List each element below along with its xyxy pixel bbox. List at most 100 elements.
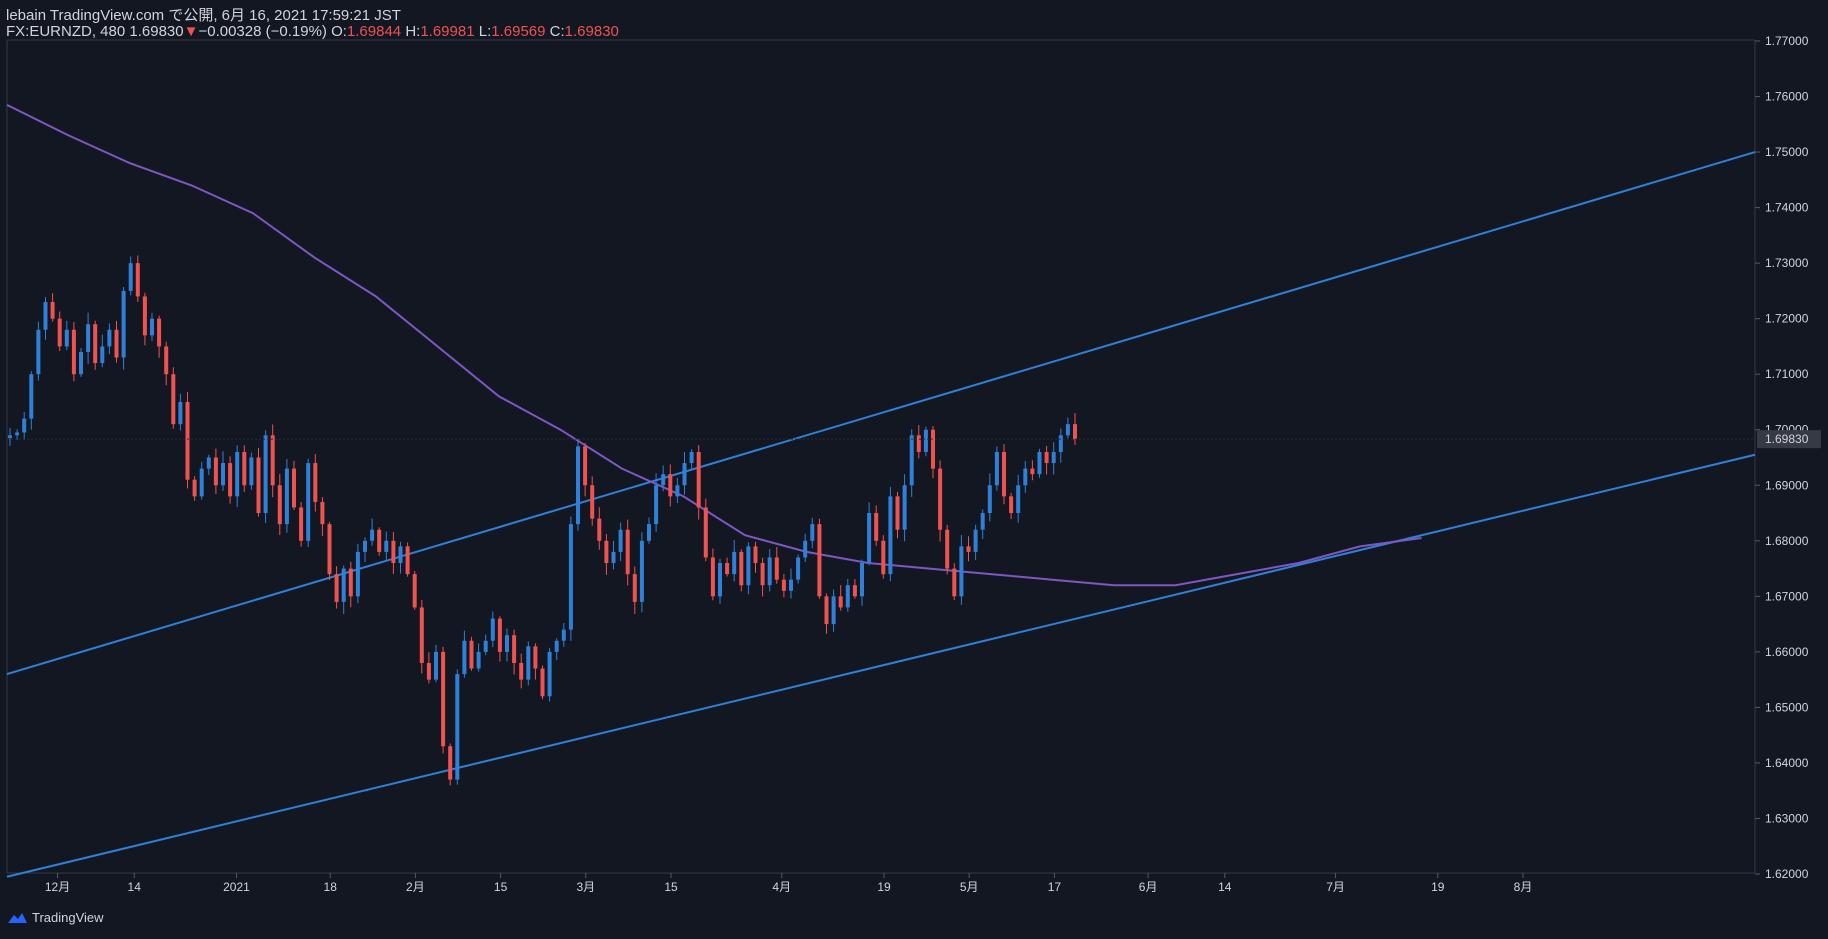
candle-body [100, 346, 105, 364]
candle-body [164, 346, 169, 375]
candle-body [632, 574, 637, 602]
candle-body [547, 651, 552, 697]
y-tick-label: 1.72000 [1765, 312, 1809, 326]
candle-body [774, 557, 779, 580]
candle-body [192, 479, 197, 497]
y-tick-label: 1.63000 [1765, 811, 1809, 825]
x-tick-label: 3月 [576, 880, 595, 894]
candle-body [583, 446, 588, 486]
candle-body [419, 607, 424, 663]
candle-body [710, 557, 715, 597]
candle-body [718, 563, 722, 597]
candle-body [959, 546, 964, 597]
brand-label: TradingView [32, 910, 104, 925]
candle-body [945, 529, 950, 569]
candles [8, 255, 1077, 786]
candle-body [590, 485, 595, 519]
candle-body [739, 551, 744, 586]
candle-body [114, 329, 119, 358]
candle-body [689, 451, 694, 464]
candle-body [668, 474, 673, 497]
candle-body [980, 513, 985, 530]
candle-body [647, 524, 651, 541]
candle-body [1016, 485, 1021, 514]
candle-body [661, 474, 666, 486]
candle-body [838, 596, 843, 608]
candle-body [505, 635, 509, 652]
candle-body [852, 585, 857, 597]
candle-body [284, 468, 289, 525]
x-tick-label: 6月 [1139, 880, 1158, 894]
candle-body [938, 468, 943, 530]
current-price-label: 1.69830 [1765, 432, 1809, 446]
candle-body [497, 618, 502, 652]
candle-body [639, 540, 644, 602]
y-tick-label: 1.73000 [1765, 256, 1809, 270]
candle-body [1030, 468, 1035, 475]
y-tick-label: 1.75000 [1765, 145, 1809, 159]
candle-body [1023, 468, 1028, 486]
candle-body [263, 435, 268, 514]
candle-body [334, 574, 339, 602]
candle-body [1002, 451, 1006, 497]
candle-body [796, 557, 801, 580]
candle-body [895, 496, 900, 530]
candle-body [519, 662, 524, 680]
candle-body [824, 596, 829, 625]
candle-body [178, 401, 183, 425]
candle-body [157, 318, 162, 347]
footer-brand[interactable]: TradingView [6, 910, 104, 925]
candle-body [8, 435, 12, 439]
candle-body [533, 646, 538, 669]
candle-body [469, 640, 474, 669]
candle-body [327, 524, 332, 575]
candle-body [916, 435, 921, 452]
candle-body [604, 540, 609, 564]
candle-body [228, 463, 233, 497]
x-tick-label: 4月 [772, 880, 791, 894]
candle-body [206, 457, 211, 469]
candle-body [348, 568, 353, 597]
candle-body [682, 463, 687, 486]
candle-body [448, 746, 453, 780]
x-tick-label: 7月 [1326, 880, 1345, 894]
candle-body [462, 640, 467, 675]
candle-body [568, 524, 573, 630]
candle-body [696, 451, 701, 508]
candle-body [476, 651, 481, 669]
price-axis[interactable]: 1.77000 1.76000 1.75000 1.74000 1.73000 1.720… [7, 34, 1821, 881]
moving-average-line [6, 104, 1422, 587]
candle-body [675, 485, 680, 497]
candle-body [909, 435, 914, 486]
candle-body [923, 429, 928, 452]
candle-body [1058, 435, 1063, 452]
candle-body [50, 302, 55, 319]
candle-body [789, 579, 793, 591]
time-axis[interactable]: 12月 14 2021 18 2月 15 3月 15 4月 19 5月 17 6月 14 7月 19 8月 [45, 873, 1532, 894]
candle-body [434, 651, 438, 680]
candle-body [618, 529, 623, 552]
price-chart[interactable]: 1.77000 1.76000 1.75000 1.74000 1.73000 1.720… [0, 0, 1828, 939]
candle-body [277, 485, 282, 525]
candle-body [987, 485, 992, 514]
trendlines[interactable] [6, 151, 1756, 878]
candle-body [994, 451, 999, 486]
candle-body [242, 451, 247, 486]
candle-body [526, 646, 531, 680]
candle-body [625, 529, 630, 575]
candle-body [135, 263, 140, 297]
candle-body [221, 463, 225, 486]
y-tick-label: 1.69000 [1765, 478, 1809, 492]
candle-body [1037, 451, 1042, 475]
candle-body [22, 418, 27, 433]
y-tick-label: 1.74000 [1765, 201, 1809, 215]
y-tick-label: 1.71000 [1765, 367, 1809, 381]
candle-body [760, 563, 765, 586]
candle-body [845, 585, 850, 608]
candle-body [391, 540, 396, 564]
candle-body [199, 468, 204, 497]
candle-body [973, 529, 978, 552]
candle-body [1044, 451, 1049, 464]
candle-body [405, 546, 410, 575]
candle-body [576, 446, 580, 525]
